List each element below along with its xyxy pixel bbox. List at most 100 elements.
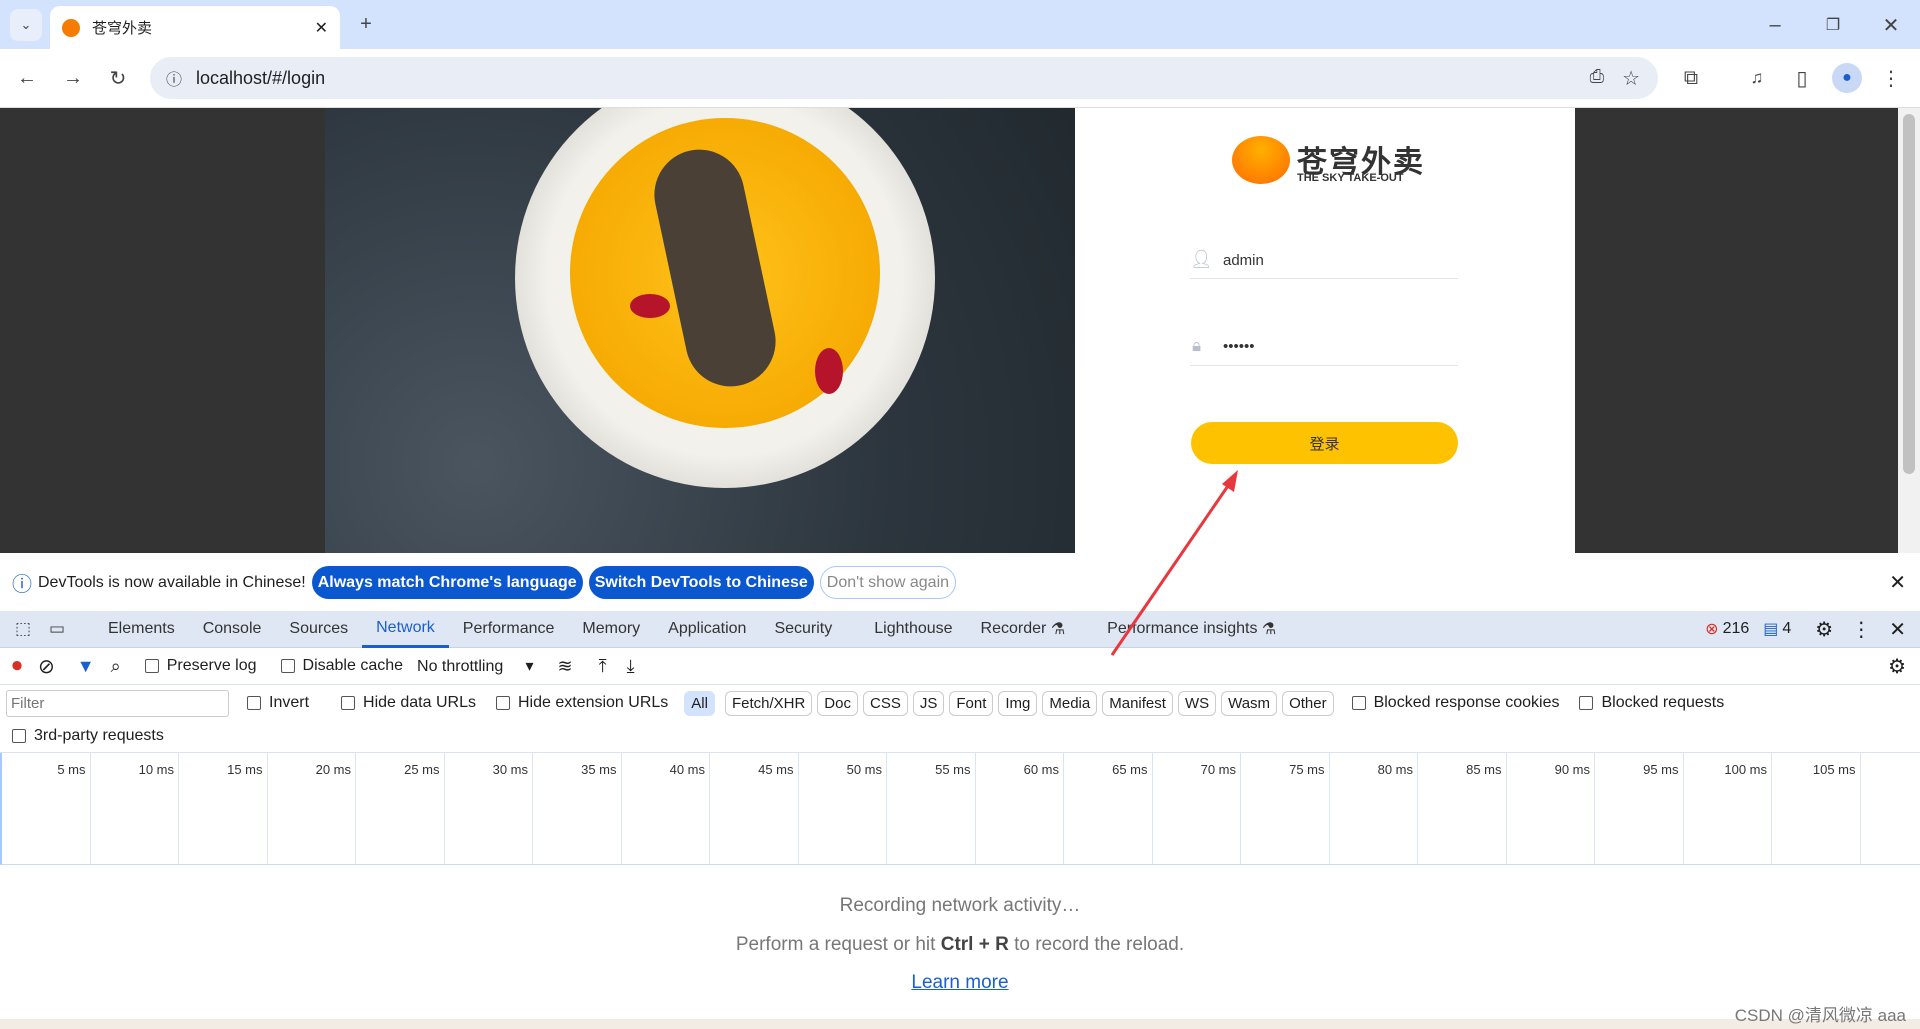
hide-data-urls-checkbox[interactable] [341,696,356,710]
invert-checkbox[interactable] [247,696,261,710]
timeline-tick: 85 ms [1418,753,1507,864]
page-scrollbar[interactable] [1898,108,1920,553]
tab-strip: ⌄ 苍穹外卖 ✕ + – ❐ ✕ [0,0,1920,49]
hint-shortcut: Ctrl + R [940,934,1009,955]
media-icon[interactable]: ♫ [1742,63,1772,93]
tab-elements[interactable]: Elements [94,611,189,648]
disable-cache-checkbox[interactable] [280,659,295,673]
inspect-element-icon[interactable]: ⬚ [6,619,40,639]
filter-input[interactable] [6,689,229,717]
reload-icon[interactable]: ↻ [103,63,133,93]
tab-search-icon[interactable]: ⌄ [10,9,42,41]
throttling-select[interactable]: No throttling ▾ [417,656,534,676]
blocked-cookies-checkbox[interactable] [1351,696,1366,710]
tab-application[interactable]: Application [654,611,760,648]
close-window-icon[interactable]: ✕ [1876,10,1906,40]
infobar-message: DevTools is now available in Chinese! [38,573,306,591]
username-field[interactable]: 👤︎ admin [1190,245,1458,279]
tab-memory[interactable]: Memory [568,611,654,648]
network-overview-timeline[interactable]: 5 ms 10 ms 15 ms 20 ms 25 ms 30 ms 35 ms 40 ms 4… [0,753,1920,865]
tab-performance[interactable]: Performance [449,611,569,648]
install-icon[interactable]: ⎙ [1590,66,1604,87]
more-icon[interactable]: ⋮ [1851,617,1871,642]
tab-console[interactable]: Console [189,611,276,648]
blocked-requests-checkbox[interactable] [1579,696,1594,710]
record-stop-icon[interactable]: ⏺ [12,655,22,678]
bookmark-star-icon[interactable]: ☆ [1622,66,1640,91]
info-icon: ⓘ [12,574,32,596]
side-panel-icon[interactable]: ▯ [1787,63,1817,93]
type-ws[interactable]: WS [1177,690,1217,716]
network-conditions-icon[interactable]: ≋ [558,656,573,677]
type-media[interactable]: Media [1042,690,1098,716]
devtools-language-infobar: ⓘ DevTools is now available in Chinese! … [0,557,1920,608]
address-bar[interactable]: ⓘ localhost/#/login ⎙ ☆ [150,57,1658,99]
close-devtools-icon[interactable]: ✕ [1889,617,1906,642]
timeline-tick: 50 ms [799,753,887,864]
dont-show-again-button[interactable]: Don't show again [819,566,957,599]
back-icon[interactable]: ← [12,63,42,93]
type-manifest[interactable]: Manifest [1102,690,1173,716]
filter-icon[interactable]: ▼ [77,656,95,677]
hide-extension-urls-checkbox[interactable] [495,696,510,710]
extensions-icon[interactable]: ⧉ [1676,63,1706,93]
timeline-tick: 65 ms [1064,753,1153,864]
timeline-tick: 90 ms [1507,753,1595,864]
tab-sources[interactable]: Sources [275,611,362,648]
preserve-log-checkbox[interactable] [144,659,159,673]
restore-icon[interactable]: ❐ [1818,10,1848,40]
profile-avatar[interactable]: ● [1832,63,1862,93]
tab-performance-insights[interactable]: Performance insights ⚗ [1093,611,1290,648]
search-icon[interactable]: ⌕ [111,656,121,677]
error-count[interactable]: 216 [1723,620,1750,638]
type-all[interactable]: All [684,690,715,716]
type-font[interactable]: Font [949,690,994,716]
clear-icon[interactable]: ⊘ [38,654,55,679]
recording-message: Recording network activity… [839,895,1081,916]
device-toolbar-icon[interactable]: ▭ [40,619,74,639]
tab-recorder[interactable]: Recorder ⚗ [967,611,1080,648]
menu-icon[interactable]: ⋮ [1876,63,1906,93]
login-button[interactable]: 登录 [1191,422,1458,464]
switch-chinese-button[interactable]: Switch DevTools to Chinese [588,566,814,599]
match-language-button[interactable]: Always match Chrome's language [311,566,583,599]
password-field[interactable]: 🔒︎ •••••• [1190,332,1458,366]
timeline-tick: 45 ms [710,753,799,864]
forward-icon[interactable]: → [58,63,88,93]
type-img[interactable]: Img [998,690,1038,716]
close-tab-icon[interactable]: ✕ [315,18,328,38]
message-count[interactable]: 4 [1782,620,1791,638]
browser-tab[interactable]: 苍穹外卖 ✕ [50,6,340,49]
timeline-tick: 95 ms [1595,753,1684,864]
import-har-icon[interactable]: ⤒ [599,656,607,677]
hint-text: Perform a request or hit [735,934,941,955]
export-har-icon[interactable]: ⤓ [627,656,635,677]
error-icon: ⊗ [1705,621,1719,638]
type-other[interactable]: Other [1282,690,1334,716]
learn-more-link[interactable]: Learn more [911,972,1008,993]
new-tab-icon[interactable]: + [352,10,380,38]
site-info-icon[interactable]: ⓘ [162,66,186,90]
url-text: localhost/#/login [196,67,326,88]
type-wasm[interactable]: Wasm [1221,690,1278,716]
tab-network[interactable]: Network [362,611,449,648]
third-party-checkbox[interactable] [12,729,26,743]
close-infobar-icon[interactable]: ✕ [1889,570,1906,595]
type-js[interactable]: JS [912,690,945,716]
type-fetch-xhr[interactable]: Fetch/XHR [724,690,813,716]
tab-lighthouse[interactable]: Lighthouse [860,611,966,648]
timeline-tick: 100 ms [1684,753,1772,864]
scrollbar-thumb[interactable] [1903,114,1915,474]
third-party-label: 3rd-party requests [34,727,164,744]
type-css[interactable]: CSS [862,690,908,716]
network-settings-icon[interactable]: ⚙ [1888,654,1906,679]
tab-security[interactable]: Security [760,611,846,648]
flask-icon: ⚗ [1261,621,1277,638]
preserve-log-label: Preserve log [166,657,257,674]
settings-icon[interactable]: ⚙ [1815,617,1833,642]
flask-icon: ⚗ [1050,621,1066,638]
minimize-icon[interactable]: – [1760,10,1790,40]
devtools-tabbar: ⬚ ▭ Elements Console Sources Network Per… [0,611,1920,648]
type-doc[interactable]: Doc [817,690,858,716]
message-icon: ▤ [1763,621,1779,638]
